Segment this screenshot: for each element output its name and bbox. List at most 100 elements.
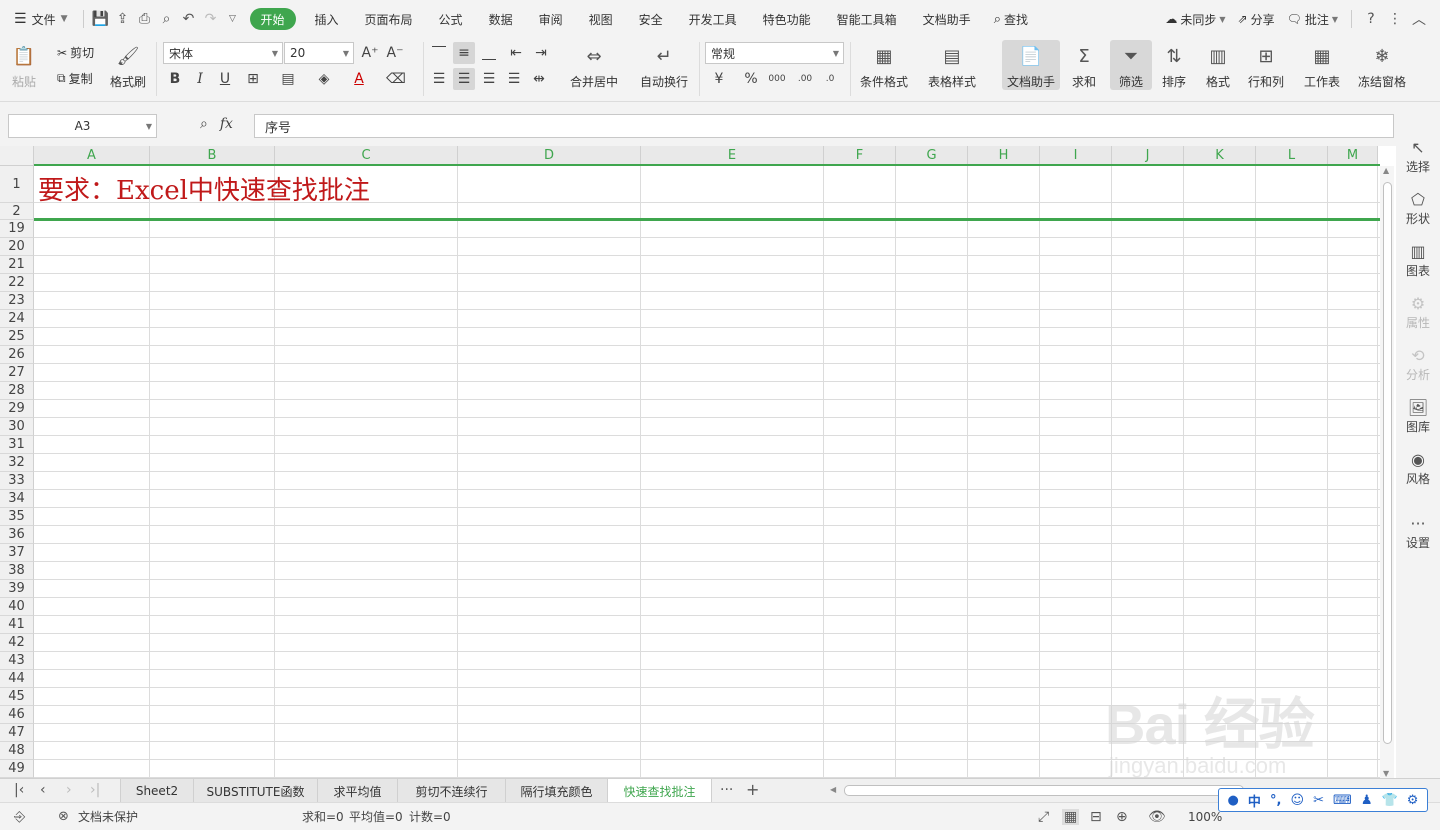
wrap-text-button[interactable]: ↵ 自动换行 [640,42,688,90]
customize-icon[interactable]: ▽ [222,8,244,30]
align-top-icon[interactable]: ⎺ [428,42,450,64]
page-break-icon[interactable]: ⊟ [1090,809,1102,825]
column-header-l[interactable]: L [1256,146,1328,166]
row-header-27[interactable]: 27 [0,364,34,382]
row-header-35[interactable]: 35 [0,508,34,526]
clear-format-icon[interactable]: ⌫ [385,68,407,90]
copy-button[interactable]: ⧉ 复制 [57,70,93,87]
align-center-icon[interactable]: ☰ [453,68,475,90]
row-header-25[interactable]: 25 [0,328,34,346]
collapse-ribbon-icon[interactable]: ︿ [1408,8,1430,30]
indent-decrease-icon[interactable]: ⇤ [505,42,527,64]
page-layout-icon[interactable]: ⊕ [1116,809,1128,825]
file-menu[interactable]: ☰ 文件 ▼ [0,8,77,30]
font-color-icon[interactable]: A [348,68,370,90]
redo-icon[interactable]: ↷ [200,8,222,30]
prev-sheet-icon[interactable]: ‹ [40,782,46,798]
row-header-19[interactable]: 19 [0,220,34,238]
fullscreen-icon[interactable]: ⤢ [1038,809,1049,825]
chart-tool[interactable]: ▥ 图表 [1396,242,1440,279]
align-right-icon[interactable]: ☰ [478,68,500,90]
tab-view[interactable]: 视图 [576,8,626,30]
column-header-a[interactable]: A [34,146,150,166]
conditional-format-button[interactable]: ▦ 条件格式 [860,42,908,90]
percent-icon[interactable]: % [740,68,762,90]
tab-home[interactable]: 开始 [249,8,296,30]
shape-tool[interactable]: ⬠ 形状 [1396,190,1440,227]
row-header-30[interactable]: 30 [0,418,34,436]
row-col-button[interactable]: ⊞ 行和列 [1248,42,1284,90]
column-header-i[interactable]: I [1040,146,1112,166]
tab-developer[interactable]: 开发工具 [676,8,750,30]
vertical-scroll-thumb[interactable] [1383,182,1392,744]
bold-icon[interactable]: B [164,68,186,90]
decrease-decimal-icon[interactable]: .0 [819,68,841,90]
column-header-h[interactable]: H [968,146,1040,166]
help-icon[interactable]: ? [1360,8,1382,30]
sheet-tab[interactable]: 剪切不连续行 [398,779,506,803]
fill-color-icon[interactable]: ◈ [313,68,335,90]
next-sheet-icon[interactable]: › [66,782,72,798]
row-header-28[interactable]: 28 [0,382,34,400]
column-header-m[interactable]: M [1328,146,1378,166]
normal-view-icon[interactable]: ▦ [1062,808,1080,825]
cut-button[interactable]: ✂ 剪切 [57,44,94,61]
format-painter-button[interactable]: 🖌 格式刷 [110,42,146,90]
row-header-47[interactable]: 47 [0,724,34,742]
undo-icon[interactable]: ↶ [178,8,200,30]
select-all-corner[interactable] [0,146,34,166]
more-sheets-icon[interactable]: ··· [720,782,733,798]
tab-page-layout[interactable]: 页面布局 [352,8,426,30]
row-header-41[interactable]: 41 [0,616,34,634]
gallery-tool[interactable]: 🖼 图库 [1396,398,1440,435]
sheet-tab[interactable]: Sheet2 [120,779,194,803]
row-header-31[interactable]: 31 [0,436,34,454]
column-header-c[interactable]: C [275,146,458,166]
tab-formulas[interactable]: 公式 [426,8,476,30]
column-header-b[interactable]: B [150,146,275,166]
row-header-38[interactable]: 38 [0,562,34,580]
print-icon[interactable]: ⎙ [134,8,156,30]
tab-review[interactable]: 审阅 [526,8,576,30]
ime-keyboard-icon[interactable]: ⌨ [1333,793,1352,808]
share-button[interactable]: ⇗ 分享 [1233,8,1280,30]
filter-button[interactable]: ⏷ 筛选 [1110,40,1152,90]
doc-assistant-button[interactable]: 📄 文档助手 [1002,40,1060,90]
sheet-tab[interactable]: 隔行填充颜色 [506,779,608,803]
tab-doc-assistant[interactable]: 文档助手 [910,8,984,30]
protection-status[interactable]: 文档未保护 [78,808,138,825]
row-header-44[interactable]: 44 [0,670,34,688]
add-sheet-icon[interactable]: + [746,780,759,799]
last-sheet-icon[interactable]: ›| [90,782,100,798]
ime-scissors-icon[interactable]: ✂ [1313,793,1324,808]
sum-button[interactable]: Σ 求和 [1070,42,1098,90]
row-header-40[interactable]: 40 [0,598,34,616]
row-header-49[interactable]: 49 [0,760,34,778]
sheet-tab[interactable]: SUBSTITUTE函数 [194,779,318,803]
save-icon[interactable]: 💾 [90,8,112,30]
column-header-j[interactable]: J [1112,146,1184,166]
sort-button[interactable]: ⇅ 排序 [1160,42,1188,90]
border-icon[interactable]: ⊞ [242,68,264,90]
row-header-20[interactable]: 20 [0,238,34,256]
row-header-37[interactable]: 37 [0,544,34,562]
row-header-1[interactable]: 1 [0,166,34,203]
table-style-button[interactable]: ▤ 表格样式 [928,42,976,90]
eye-protection-icon[interactable]: 👁 [1148,809,1166,825]
first-sheet-icon[interactable]: |‹ [14,782,24,798]
settings-tool[interactable]: ··· 设置 [1396,514,1440,551]
distribute-icon[interactable]: ⇹ [528,68,550,90]
search-button[interactable]: ⌕ 查找 [984,8,1038,30]
row-header-34[interactable]: 34 [0,490,34,508]
ime-user-icon[interactable]: ♟ [1361,793,1373,808]
font-name-select[interactable]: 宋体 ▼ [163,42,283,64]
ime-punct-icon[interactable]: °, [1270,793,1281,808]
freeze-panes-button[interactable]: ❄ 冻结窗格 [1358,42,1406,90]
ime-shirt-icon[interactable]: 👕 [1382,793,1398,808]
fill-pattern-icon[interactable]: ▤ [277,68,299,90]
row-header-46[interactable]: 46 [0,706,34,724]
merge-center-button[interactable]: ⇔ 合并居中 [570,42,618,90]
align-bottom-icon[interactable]: ⎽ [478,42,500,64]
column-header-d[interactable]: D [458,146,641,166]
ime-lang[interactable]: 中 [1248,791,1261,810]
